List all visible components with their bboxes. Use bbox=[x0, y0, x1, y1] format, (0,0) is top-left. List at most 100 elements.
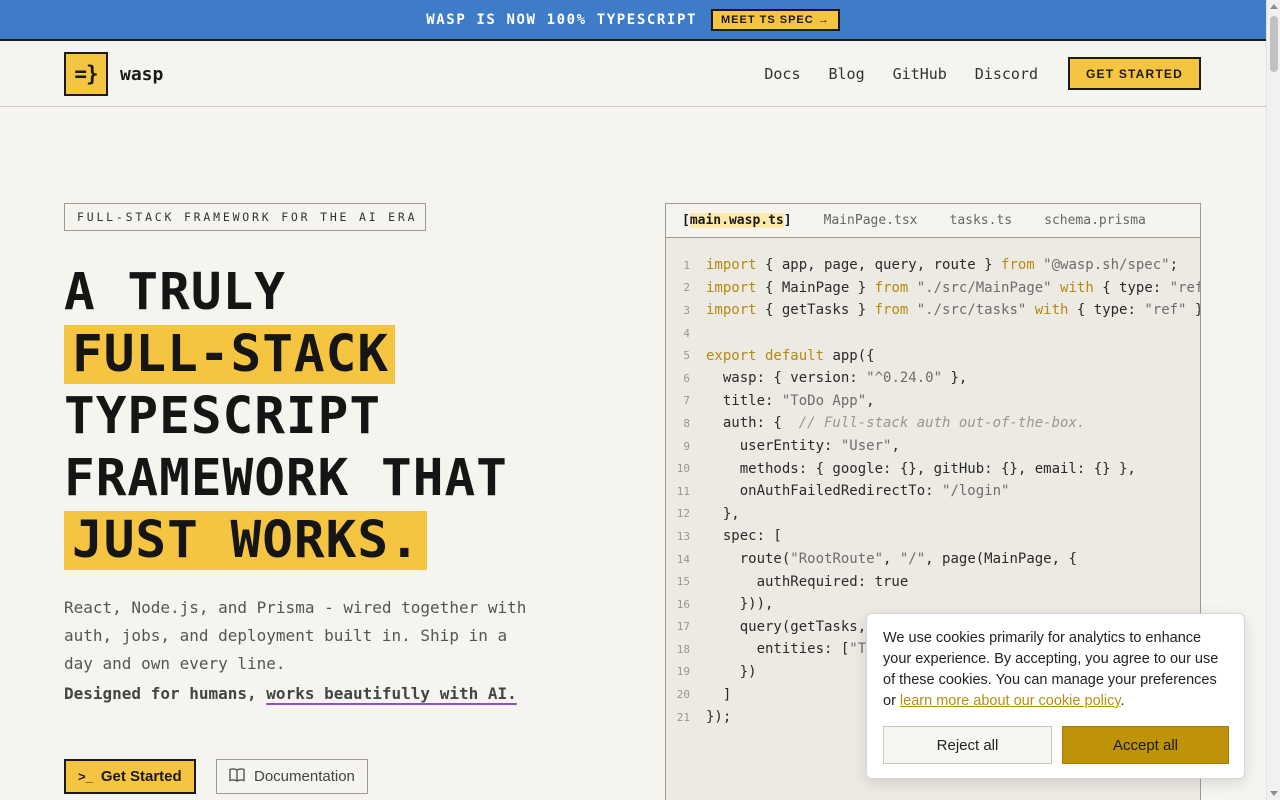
code-text: auth: { // Full-stack auth out-of-the-bo… bbox=[706, 415, 1085, 431]
cookie-message: We use cookies primarily for analytics t… bbox=[883, 628, 1228, 712]
cookie-policy-link[interactable]: learn more about our cookie policy bbox=[900, 693, 1121, 709]
hero-headline: A TRULY FULL-STACK TYPESCRIPT FRAMEWORK … bbox=[64, 262, 508, 572]
nav-link-github[interactable]: GitHub bbox=[893, 65, 947, 83]
top-navigation: =} wasp Docs Blog GitHub Discord GET STA… bbox=[0, 41, 1266, 107]
hero-tagline: FULL-STACK FRAMEWORK FOR THE AI ERA bbox=[64, 203, 426, 231]
scroll-down-arrow-icon[interactable] bbox=[1270, 791, 1278, 796]
code-token: auth: { bbox=[706, 415, 799, 432]
code-token: import bbox=[706, 257, 757, 274]
get-started-nav-button[interactable]: GET STARTED bbox=[1068, 57, 1201, 90]
line-number: 10 bbox=[676, 462, 690, 476]
code-token: ] bbox=[706, 686, 732, 703]
line-number: 17 bbox=[676, 620, 690, 634]
code-line: 10 methods: { google: {}, gitHub: {}, em… bbox=[666, 457, 1200, 480]
headline-line-2-highlight: FULL-STACK bbox=[64, 325, 396, 384]
code-token: route( bbox=[706, 551, 791, 568]
code-line: 5 export default app({ bbox=[666, 344, 1200, 367]
code-token: import bbox=[706, 302, 757, 319]
code-line: 11 onAuthFailedRedirectTo: "/login" bbox=[666, 480, 1200, 503]
code-text: ] bbox=[706, 687, 731, 703]
code-text: import { MainPage } from "./src/MainPage… bbox=[706, 279, 1200, 296]
page-scrollbar[interactable] bbox=[1266, 0, 1280, 800]
code-line: 12 }, bbox=[666, 503, 1200, 526]
code-token: , bbox=[891, 438, 900, 455]
scroll-thumb[interactable] bbox=[1270, 16, 1278, 72]
code-token: from bbox=[874, 302, 909, 319]
code-token: // Full-stack auth out-of-the-box. bbox=[798, 415, 1086, 432]
reject-all-button[interactable]: Reject all bbox=[883, 726, 1052, 764]
cookie-buttons: Reject all Accept all bbox=[883, 726, 1229, 764]
code-text: }, bbox=[706, 506, 740, 522]
documentation-button[interactable]: Documentation bbox=[216, 759, 368, 794]
code-token: , bbox=[866, 392, 875, 409]
code-text: }); bbox=[706, 709, 731, 725]
code-token: { type: bbox=[1068, 302, 1145, 319]
announcement-text: WASP IS NOW 100% TYPESCRIPT bbox=[426, 11, 698, 28]
code-token: }, bbox=[942, 370, 968, 387]
line-number: 15 bbox=[676, 575, 690, 589]
logo-mark-icon: =} bbox=[64, 52, 108, 96]
code-token: title: bbox=[706, 392, 782, 409]
nav-link-discord[interactable]: Discord bbox=[975, 65, 1038, 83]
accept-all-button[interactable]: Accept all bbox=[1062, 726, 1229, 764]
code-text: title: "ToDo App", bbox=[706, 393, 875, 409]
code-token: "./src/MainPage" bbox=[908, 279, 1052, 296]
line-number: 12 bbox=[676, 507, 690, 521]
headline-line-3: TYPESCRIPT bbox=[64, 387, 382, 446]
code-line: 14 route("RootRoute", "/", page(MainPage… bbox=[666, 548, 1200, 571]
line-number: 21 bbox=[676, 710, 690, 724]
code-token: from bbox=[1001, 257, 1035, 274]
hero-description: React, Node.js, and Prisma - wired toget… bbox=[64, 598, 527, 673]
code-text: wasp: { version: "^0.24.0" }, bbox=[706, 370, 967, 386]
tab-main-wasp-ts[interactable]: [main.wasp.ts] bbox=[682, 213, 792, 228]
tab-mainpage-tsx[interactable]: MainPage.tsx bbox=[824, 213, 918, 228]
line-number: 9 bbox=[683, 439, 690, 453]
meet-ts-spec-button[interactable]: MEET TS SPEC → bbox=[711, 8, 840, 31]
nav-link-blog[interactable]: Blog bbox=[828, 65, 864, 83]
code-text: authRequired: true bbox=[706, 573, 909, 590]
tab-schema-prisma[interactable]: schema.prisma bbox=[1044, 213, 1146, 228]
code-line: 13 spec: [ bbox=[666, 525, 1200, 548]
code-token: entities: [ bbox=[706, 641, 850, 658]
code-token: }; bbox=[1187, 302, 1200, 318]
code-token: "ref" bbox=[1169, 279, 1200, 296]
code-token: authRequired: true bbox=[706, 573, 909, 590]
code-line: 3 import { getTasks } from "./src/tasks" … bbox=[666, 299, 1200, 322]
scroll-up-arrow-icon[interactable] bbox=[1270, 4, 1278, 9]
code-token: })), bbox=[706, 596, 774, 613]
announcement-bar: WASP IS NOW 100% TYPESCRIPT MEET TS SPEC… bbox=[0, 0, 1266, 41]
tab-tasks-ts[interactable]: tasks.ts bbox=[950, 213, 1013, 228]
code-token: export default bbox=[706, 347, 825, 364]
code-line: 6 wasp: { version: "^0.24.0" }, bbox=[666, 367, 1200, 390]
code-token: "User" bbox=[840, 438, 892, 455]
code-line: 9 userEntity: "User", bbox=[666, 435, 1200, 458]
get-started-hero-button[interactable]: >_ Get Started bbox=[64, 759, 196, 794]
hero-ai-statement: Designed for humans, works beautifully w… bbox=[64, 684, 517, 703]
code-text: spec: [ bbox=[706, 528, 782, 544]
line-number: 14 bbox=[676, 552, 690, 566]
works-with-ai-link[interactable]: works beautifully with AI. bbox=[266, 684, 516, 703]
line-number: 16 bbox=[676, 597, 690, 611]
code-text: import { getTasks } from "./src/tasks" w… bbox=[706, 302, 1200, 319]
designed-prefix: Designed for humans, bbox=[64, 684, 267, 703]
code-token: { type: bbox=[1093, 279, 1170, 296]
code-tabs: [main.wasp.ts] MainPage.tsx tasks.ts sch… bbox=[666, 204, 1200, 238]
code-line: 4 bbox=[666, 322, 1200, 345]
code-token: app({ bbox=[824, 347, 875, 364]
code-text: })), bbox=[706, 596, 774, 613]
logo-text: wasp bbox=[120, 63, 164, 85]
code-token: with bbox=[1051, 279, 1094, 296]
code-token: wasp: { version: bbox=[706, 370, 867, 387]
line-number: 2 bbox=[683, 281, 690, 295]
nav-links: Docs Blog GitHub Discord GET STARTED bbox=[764, 57, 1201, 90]
nav-link-docs[interactable]: Docs bbox=[764, 65, 800, 83]
logo[interactable]: =} wasp bbox=[64, 52, 163, 96]
line-number: 19 bbox=[676, 665, 690, 679]
line-number: 4 bbox=[683, 326, 690, 340]
code-token: "ref" bbox=[1144, 302, 1187, 319]
code-token: "ToDo App" bbox=[781, 392, 867, 409]
code-text: query(getTasks, bbox=[706, 619, 866, 635]
code-token: { MainPage } bbox=[756, 279, 875, 296]
line-number: 6 bbox=[683, 371, 690, 385]
terminal-prompt-icon: >_ bbox=[78, 769, 93, 784]
